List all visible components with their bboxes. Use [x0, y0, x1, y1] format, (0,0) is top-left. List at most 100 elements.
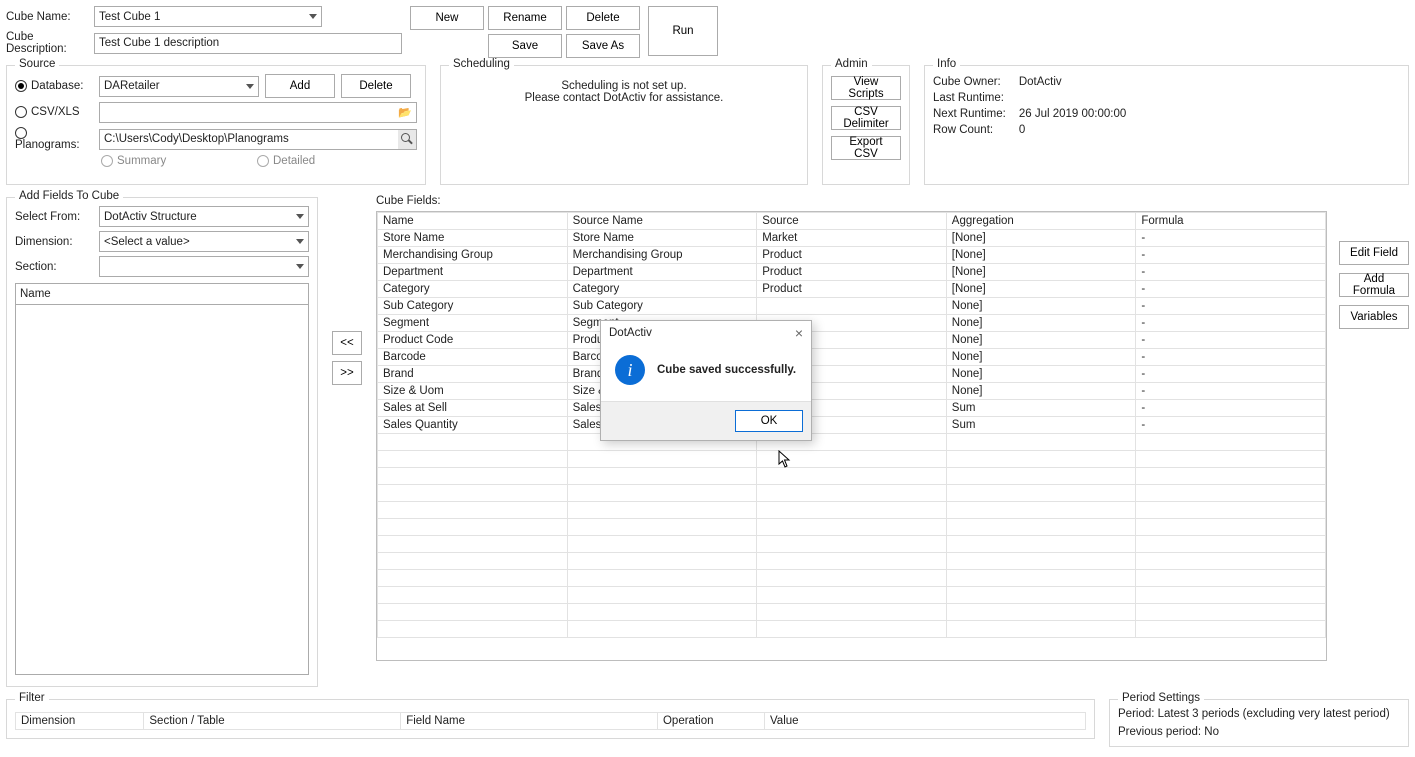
source-add-button[interactable]: Add: [265, 74, 335, 98]
table-row[interactable]: [378, 468, 1326, 485]
search-icon[interactable]: [401, 133, 413, 145]
table-row[interactable]: [378, 519, 1326, 536]
summary-label: Summary: [117, 155, 166, 167]
csvxls-input[interactable]: [99, 102, 417, 123]
table-row[interactable]: [378, 434, 1326, 451]
section-combo[interactable]: [99, 256, 309, 277]
detailed-radio[interactable]: [257, 155, 269, 167]
database-label: Database:: [31, 80, 83, 92]
table-row[interactable]: Merchandising GroupMerchandising GroupPr…: [378, 247, 1326, 264]
addfields-name-header: Name: [15, 283, 309, 305]
cube-name-label: Cube Name:: [6, 11, 88, 23]
csvxls-radio[interactable]: [15, 106, 27, 118]
owner-label: Cube Owner:: [933, 74, 1018, 90]
table-row[interactable]: Sales QuantitySales QuantitySum-: [378, 417, 1326, 434]
table-row[interactable]: [378, 536, 1326, 553]
delete-button[interactable]: Delete: [566, 6, 640, 30]
table-row[interactable]: [378, 570, 1326, 587]
filter-col-dimension[interactable]: Dimension: [16, 713, 144, 730]
view-scripts-button[interactable]: View Scripts: [831, 76, 901, 100]
col-source[interactable]: Source: [757, 213, 947, 230]
filter-table[interactable]: Dimension Section / Table Field Name Ope…: [15, 712, 1086, 730]
filter-col-field[interactable]: Field Name: [401, 713, 658, 730]
chevron-down-icon: [309, 14, 317, 19]
close-icon[interactable]: ×: [795, 326, 803, 340]
filter-col-value[interactable]: Value: [764, 713, 1085, 730]
table-row[interactable]: [378, 587, 1326, 604]
source-delete-button[interactable]: Delete: [341, 74, 411, 98]
planograms-value: C:\Users\Cody\Desktop\Planograms: [104, 133, 289, 145]
col-name[interactable]: Name: [378, 213, 568, 230]
row-count-label: Row Count:: [933, 122, 1018, 138]
database-combo[interactable]: DARetailer: [99, 76, 259, 97]
table-row[interactable]: [378, 451, 1326, 468]
rename-button[interactable]: Rename: [488, 6, 562, 30]
move-right-button[interactable]: >>: [332, 361, 362, 385]
planograms-input[interactable]: C:\Users\Cody\Desktop\Planograms: [99, 129, 417, 150]
chevron-down-icon: [296, 239, 304, 244]
addfields-listbox[interactable]: [15, 305, 309, 675]
saveas-button[interactable]: Save As: [566, 34, 640, 58]
table-row[interactable]: Sub CategorySub CategoryNone]-: [378, 298, 1326, 315]
table-row[interactable]: [378, 553, 1326, 570]
table-row[interactable]: [378, 604, 1326, 621]
variables-button[interactable]: Variables: [1339, 305, 1409, 329]
filter-legend: Filter: [15, 692, 49, 704]
summary-radio[interactable]: [101, 155, 113, 167]
cube-name-combo[interactable]: Test Cube 1: [94, 6, 322, 27]
database-value: DARetailer: [104, 80, 160, 92]
info-legend: Info: [933, 58, 960, 70]
table-row[interactable]: Size & UomSize & UomNone]-: [378, 383, 1326, 400]
select-from-value: DotActiv Structure: [104, 211, 197, 223]
chevron-down-icon: [296, 214, 304, 219]
source-legend: Source: [15, 58, 59, 70]
dimension-value: <Select a value>: [104, 236, 190, 248]
cube-name-value: Test Cube 1: [99, 11, 160, 23]
col-aggregation[interactable]: Aggregation: [946, 213, 1136, 230]
csvxls-label: CSV/XLS: [31, 107, 80, 119]
table-row[interactable]: BarcodeBarcodeNone]-: [378, 349, 1326, 366]
table-row[interactable]: [378, 485, 1326, 502]
table-row[interactable]: Store NameStore NameMarket[None]-: [378, 230, 1326, 247]
table-row[interactable]: [378, 502, 1326, 519]
detailed-label: Detailed: [273, 155, 315, 167]
planograms-label: Planograms:: [15, 139, 80, 151]
cube-desc-value: Test Cube 1 description: [99, 37, 219, 49]
col-source-name[interactable]: Source Name: [567, 213, 757, 230]
csv-delim-button[interactable]: CSV Delimiter: [831, 106, 901, 130]
period-line1: Period: Latest 3 periods (excluding very…: [1118, 708, 1400, 720]
last-runtime-value: [1018, 90, 1127, 106]
save-confirm-dialog: DotActiv × i Cube saved successfully. OK: [600, 320, 812, 441]
add-formula-button[interactable]: Add Formula: [1339, 273, 1409, 297]
move-left-button[interactable]: <<: [332, 331, 362, 355]
planograms-radio[interactable]: [15, 127, 27, 139]
table-row[interactable]: DepartmentDepartmentProduct[None]-: [378, 264, 1326, 281]
period-legend: Period Settings: [1118, 692, 1204, 704]
table-row[interactable]: CategoryCategoryProduct[None]-: [378, 281, 1326, 298]
table-row[interactable]: BrandBrandNone]-: [378, 366, 1326, 383]
table-row[interactable]: [378, 621, 1326, 638]
new-button[interactable]: New: [410, 6, 484, 30]
chevron-down-icon: [246, 84, 254, 89]
table-row[interactable]: Sales at SellSales at SellSum-: [378, 400, 1326, 417]
col-formula[interactable]: Formula: [1136, 213, 1326, 230]
last-runtime-label: Last Runtime:: [933, 90, 1018, 106]
select-from-combo[interactable]: DotActiv Structure: [99, 206, 309, 227]
filter-col-section[interactable]: Section / Table: [144, 713, 401, 730]
export-csv-button[interactable]: Export CSV: [831, 136, 901, 160]
cube-desc-input[interactable]: Test Cube 1 description: [94, 33, 402, 54]
save-button[interactable]: Save: [488, 34, 562, 58]
ok-button[interactable]: OK: [735, 410, 803, 432]
cube-fields-table[interactable]: Name Source Name Source Aggregation Form…: [377, 212, 1326, 638]
run-button[interactable]: Run: [648, 6, 718, 56]
edit-field-button[interactable]: Edit Field: [1339, 241, 1409, 265]
database-radio[interactable]: [15, 80, 27, 92]
table-row[interactable]: Product CodeProduct CodeNone]-: [378, 332, 1326, 349]
dimension-combo[interactable]: <Select a value>: [99, 231, 309, 252]
table-row[interactable]: SegmentSegmentNone]-: [378, 315, 1326, 332]
filter-col-operation[interactable]: Operation: [657, 713, 764, 730]
info-icon: i: [615, 355, 645, 385]
folder-icon[interactable]: [398, 106, 412, 119]
dialog-message: Cube saved successfully.: [657, 364, 796, 376]
next-runtime-label: Next Runtime:: [933, 106, 1018, 122]
